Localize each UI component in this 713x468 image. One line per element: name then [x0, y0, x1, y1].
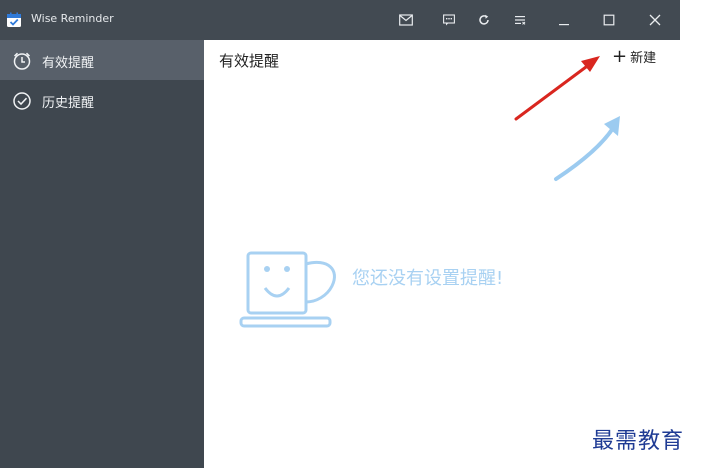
sidebar-item-label: 历史提醒: [42, 96, 95, 111]
main-panel: 有效提醒 + 新建 您还没有设置提醒!: [204, 40, 680, 468]
app-calendar-icon: [7, 12, 21, 27]
empty-state-message: 您还没有设置提醒!: [352, 268, 504, 289]
sidebar: 有效提醒 历史提醒: [0, 40, 204, 468]
sidebar-item-label: 有效提醒: [42, 56, 95, 71]
close-button[interactable]: [645, 10, 665, 30]
maximize-icon: [603, 14, 615, 26]
minimize-button[interactable]: [554, 10, 574, 30]
refresh-icon: [479, 14, 489, 25]
check-circle-icon: [13, 92, 31, 110]
new-button-label: 新建: [630, 51, 657, 66]
maximize-button[interactable]: [599, 10, 619, 30]
minimize-icon: [559, 24, 569, 26]
sidebar-item-history-reminders[interactable]: 历史提醒: [0, 80, 204, 120]
app-title: Wise Reminder: [31, 12, 114, 25]
mail-icon: [399, 14, 413, 26]
menu-button[interactable]: [510, 10, 530, 30]
watermark: 最需教育: [592, 429, 685, 454]
coffee-cup-icon: [239, 251, 336, 328]
feedback-button[interactable]: [439, 10, 459, 30]
close-icon: [649, 14, 661, 26]
plus-icon: +: [612, 45, 628, 67]
page-title: 有效提醒: [219, 52, 280, 70]
mail-button[interactable]: [396, 10, 416, 30]
title-bar: Wise Reminder: [0, 0, 680, 40]
menu-icon: [515, 16, 526, 25]
alarm-clock-icon: [13, 52, 31, 70]
new-reminder-button[interactable]: + 新建: [612, 47, 656, 66]
message-icon: [443, 14, 455, 26]
refresh-button[interactable]: [474, 10, 494, 30]
sidebar-item-active-reminders[interactable]: 有效提醒: [0, 40, 204, 80]
